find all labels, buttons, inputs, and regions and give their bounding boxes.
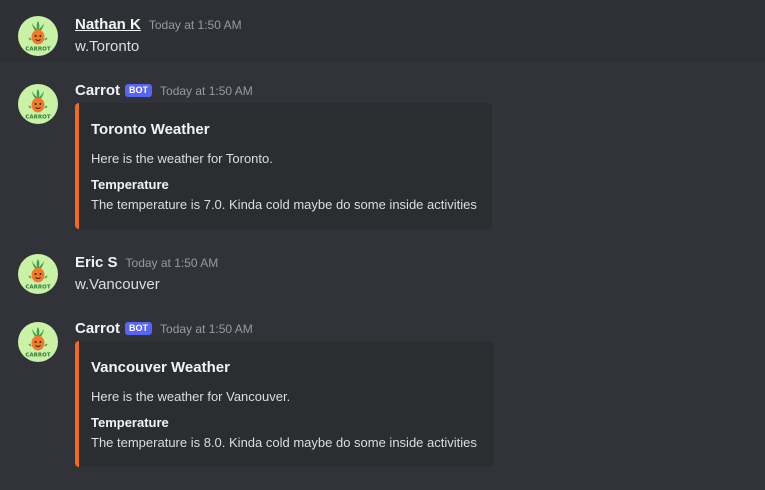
weather-embed: Vancouver Weather Here is the weather fo… bbox=[75, 341, 494, 467]
embed-field-value: The temperature is 7.0. Kinda cold maybe… bbox=[91, 197, 477, 212]
timestamp[interactable]: Today at 1:50 AM bbox=[149, 18, 242, 32]
embed-field-name: Temperature bbox=[91, 177, 169, 192]
username[interactable]: Carrot bbox=[75, 320, 120, 337]
message-carrot-toronto[interactable]: CARROT Carrot BOT Today at 1:50 AM Toron… bbox=[0, 74, 765, 239]
carrot-avatar-icon: CARROT bbox=[25, 89, 51, 121]
chat-messages[interactable]: CARROT Nathan K Today at 1:50 AM w.Toron… bbox=[0, 0, 765, 490]
carrot-avatar-icon: CARROT bbox=[25, 21, 51, 53]
bot-tag: BOT bbox=[125, 322, 153, 335]
weather-embed: Toronto Weather Here is the weather for … bbox=[75, 103, 492, 229]
embed-description: Here is the weather for Vancouver. bbox=[91, 389, 291, 404]
avatar[interactable]: CARROT bbox=[18, 16, 58, 56]
message-carrot-vancouver[interactable]: CARROT Carrot BOT Today at 1:50 AM Vanco… bbox=[0, 312, 765, 477]
carrot-avatar-icon: CARROT bbox=[25, 327, 51, 359]
message-header: Carrot BOT Today at 1:50 AM bbox=[75, 82, 253, 99]
message-header: Eric S Today at 1:50 AM bbox=[75, 254, 218, 271]
message-nathan[interactable]: CARROT Nathan K Today at 1:50 AM w.Toron… bbox=[0, 0, 765, 62]
timestamp[interactable]: Today at 1:50 AM bbox=[160, 84, 253, 98]
message-header: Carrot BOT Today at 1:50 AM bbox=[75, 320, 253, 337]
username[interactable]: Carrot bbox=[75, 82, 120, 99]
avatar[interactable]: CARROT bbox=[18, 254, 58, 294]
embed-field-value: The temperature is 8.0. Kinda cold maybe… bbox=[91, 435, 477, 450]
embed-title: Toronto Weather bbox=[91, 121, 210, 138]
avatar[interactable]: CARROT bbox=[18, 322, 58, 362]
message-text: w.Toronto bbox=[75, 38, 140, 55]
embed-title: Vancouver Weather bbox=[91, 359, 230, 376]
carrot-avatar-icon: CARROT bbox=[25, 259, 51, 291]
timestamp[interactable]: Today at 1:50 AM bbox=[160, 322, 253, 336]
username[interactable]: Nathan K bbox=[75, 16, 141, 33]
embed-field-name: Temperature bbox=[91, 415, 169, 430]
avatar-text: CARROT bbox=[25, 353, 50, 359]
avatar[interactable]: CARROT bbox=[18, 84, 58, 124]
avatar-text: CARROT bbox=[25, 115, 50, 121]
username[interactable]: Eric S bbox=[75, 254, 118, 271]
message-header: Nathan K Today at 1:50 AM bbox=[75, 16, 242, 33]
timestamp[interactable]: Today at 1:50 AM bbox=[126, 256, 219, 270]
avatar-text: CARROT bbox=[25, 47, 50, 53]
embed-description: Here is the weather for Toronto. bbox=[91, 151, 273, 166]
bot-tag: BOT bbox=[125, 84, 153, 97]
message-eric[interactable]: CARROT Eric S Today at 1:50 AM w.Vancouv… bbox=[0, 246, 765, 302]
avatar-text: CARROT bbox=[25, 285, 50, 291]
message-text: w.Vancouver bbox=[75, 276, 160, 293]
